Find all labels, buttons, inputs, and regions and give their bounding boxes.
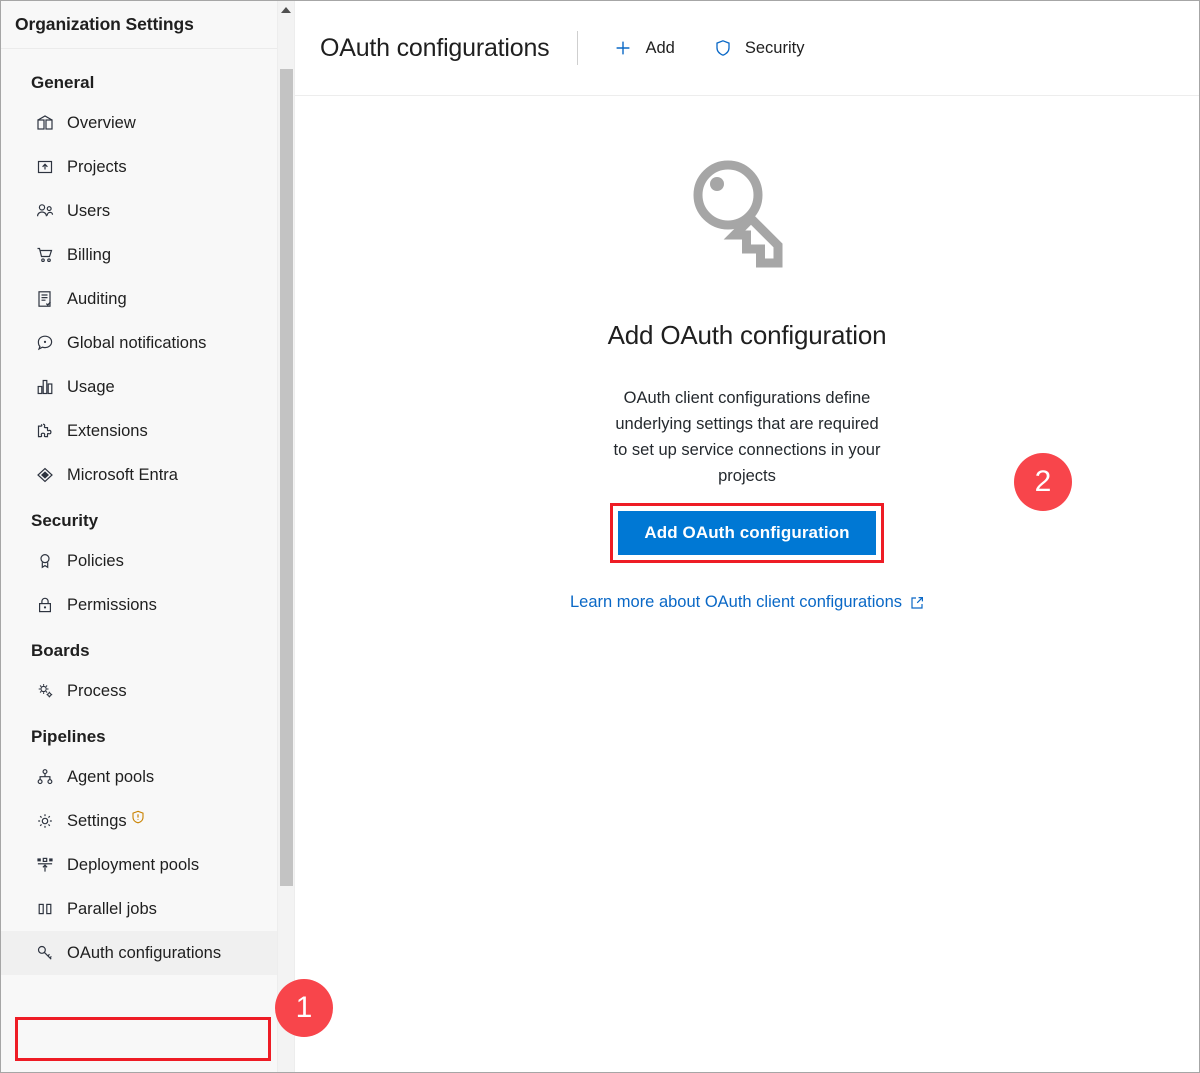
usage-chart-icon bbox=[34, 376, 56, 398]
sidebar-item-label: Global notifications bbox=[67, 334, 206, 353]
add-command-button[interactable]: Add bbox=[603, 31, 684, 65]
sidebar-item-label: Billing bbox=[67, 246, 111, 265]
sidebar-item-users[interactable]: Users bbox=[1, 189, 294, 233]
empty-state-panel: Add OAuth configuration OAuth client con… bbox=[295, 96, 1199, 612]
sidebar-item-label: Agent pools bbox=[67, 768, 154, 787]
sidebar-item-label: Settings bbox=[67, 812, 127, 831]
scroll-up-arrow-icon[interactable] bbox=[278, 1, 294, 18]
nav-group-boards: Boards bbox=[1, 633, 294, 669]
security-command-button[interactable]: Security bbox=[703, 31, 815, 65]
projects-icon bbox=[34, 156, 56, 178]
external-link-icon bbox=[910, 596, 924, 610]
sidebar-item-label: Auditing bbox=[67, 290, 127, 309]
microsoft-entra-icon bbox=[34, 464, 56, 486]
nav-group-pipelines: Pipelines bbox=[1, 719, 294, 755]
callout-badge-2: 2 bbox=[1014, 453, 1072, 511]
agent-pools-icon bbox=[34, 766, 56, 788]
sidebar-item-oauth-configurations[interactable]: OAuth configurations bbox=[1, 931, 294, 975]
learn-more-link-label: Learn more about OAuth client configurat… bbox=[570, 593, 902, 612]
sidebar-item-label: Usage bbox=[67, 378, 115, 397]
callout-highlight-rect-1 bbox=[15, 1017, 271, 1061]
deployment-pools-icon bbox=[34, 854, 56, 876]
learn-more-link[interactable]: Learn more about OAuth client configurat… bbox=[570, 593, 924, 612]
nav-group-security: Security bbox=[1, 503, 294, 539]
process-gears-icon bbox=[34, 680, 56, 702]
sidebar-item-label: Users bbox=[67, 202, 110, 221]
settings-sidebar: Organization Settings General Overview bbox=[1, 1, 294, 1072]
add-command-label: Add bbox=[645, 39, 674, 58]
sidebar-nav-list: General Overview Projects bbox=[1, 49, 294, 975]
users-icon bbox=[34, 200, 56, 222]
callout-badge-1: 1 bbox=[275, 979, 333, 1037]
add-oauth-configuration-button[interactable]: Add OAuth configuration bbox=[618, 511, 875, 555]
main-content: OAuth configurations Add Security bbox=[294, 1, 1199, 1072]
warning-shield-icon bbox=[131, 810, 145, 824]
organization-settings-window: Organization Settings General Overview bbox=[0, 0, 1200, 1073]
sidebar-item-permissions[interactable]: Permissions bbox=[1, 583, 294, 627]
sidebar-item-usage[interactable]: Usage bbox=[1, 365, 294, 409]
sidebar-item-agent-pools[interactable]: Agent pools bbox=[1, 755, 294, 799]
sidebar-item-settings[interactable]: Settings bbox=[1, 799, 294, 843]
sidebar-item-microsoft-entra[interactable]: Microsoft Entra bbox=[1, 453, 294, 497]
sidebar-item-deployment-pools[interactable]: Deployment pools bbox=[1, 843, 294, 887]
sidebar-item-global-notifications[interactable]: Global notifications bbox=[1, 321, 294, 365]
auditing-icon bbox=[34, 288, 56, 310]
sidebar-item-label: Process bbox=[67, 682, 127, 701]
security-command-label: Security bbox=[745, 39, 805, 58]
plus-icon bbox=[613, 38, 633, 58]
sidebar-item-auditing[interactable]: Auditing bbox=[1, 277, 294, 321]
header-divider bbox=[577, 31, 578, 65]
sidebar-item-billing[interactable]: Billing bbox=[1, 233, 294, 277]
sidebar-item-projects[interactable]: Projects bbox=[1, 145, 294, 189]
overview-icon bbox=[34, 112, 56, 134]
sidebar-item-policies[interactable]: Policies bbox=[1, 539, 294, 583]
policies-ribbon-icon bbox=[34, 550, 56, 572]
sidebar-item-parallel-jobs[interactable]: Parallel jobs bbox=[1, 887, 294, 931]
key-icon bbox=[677, 144, 817, 284]
sidebar-item-label: Projects bbox=[67, 158, 127, 177]
billing-cart-icon bbox=[34, 244, 56, 266]
extensions-icon bbox=[34, 420, 56, 442]
empty-state-description: OAuth client configurations define under… bbox=[611, 385, 883, 489]
sidebar-item-label: Policies bbox=[67, 552, 124, 571]
content-header: OAuth configurations Add Security bbox=[295, 1, 1199, 96]
settings-gear-icon bbox=[34, 810, 56, 832]
scrollbar-thumb[interactable] bbox=[280, 69, 293, 886]
sidebar-item-label: Deployment pools bbox=[67, 856, 199, 875]
sidebar-scrollbar[interactable] bbox=[277, 1, 294, 1072]
page-title: OAuth configurations bbox=[320, 34, 549, 63]
sidebar-header: Organization Settings bbox=[1, 1, 294, 49]
sidebar-item-label: OAuth configurations bbox=[67, 944, 221, 963]
sidebar-item-label: Microsoft Entra bbox=[67, 466, 178, 485]
oauth-key-icon bbox=[34, 942, 56, 964]
sidebar-item-extensions[interactable]: Extensions bbox=[1, 409, 294, 453]
nav-group-general: General bbox=[1, 65, 294, 101]
sidebar-item-label: Permissions bbox=[67, 596, 157, 615]
permissions-lock-icon bbox=[34, 594, 56, 616]
sidebar-item-label: Parallel jobs bbox=[67, 900, 157, 919]
notifications-icon bbox=[34, 332, 56, 354]
sidebar-item-process[interactable]: Process bbox=[1, 669, 294, 713]
parallel-jobs-icon bbox=[34, 898, 56, 920]
sidebar-item-overview[interactable]: Overview bbox=[1, 101, 294, 145]
empty-state-title: Add OAuth configuration bbox=[608, 320, 887, 351]
shield-icon bbox=[713, 38, 733, 58]
primary-button-holder: Add OAuth configuration bbox=[618, 511, 875, 555]
sidebar-item-label: Overview bbox=[67, 114, 136, 133]
sidebar-title: Organization Settings bbox=[15, 14, 194, 35]
sidebar-item-label: Extensions bbox=[67, 422, 148, 441]
